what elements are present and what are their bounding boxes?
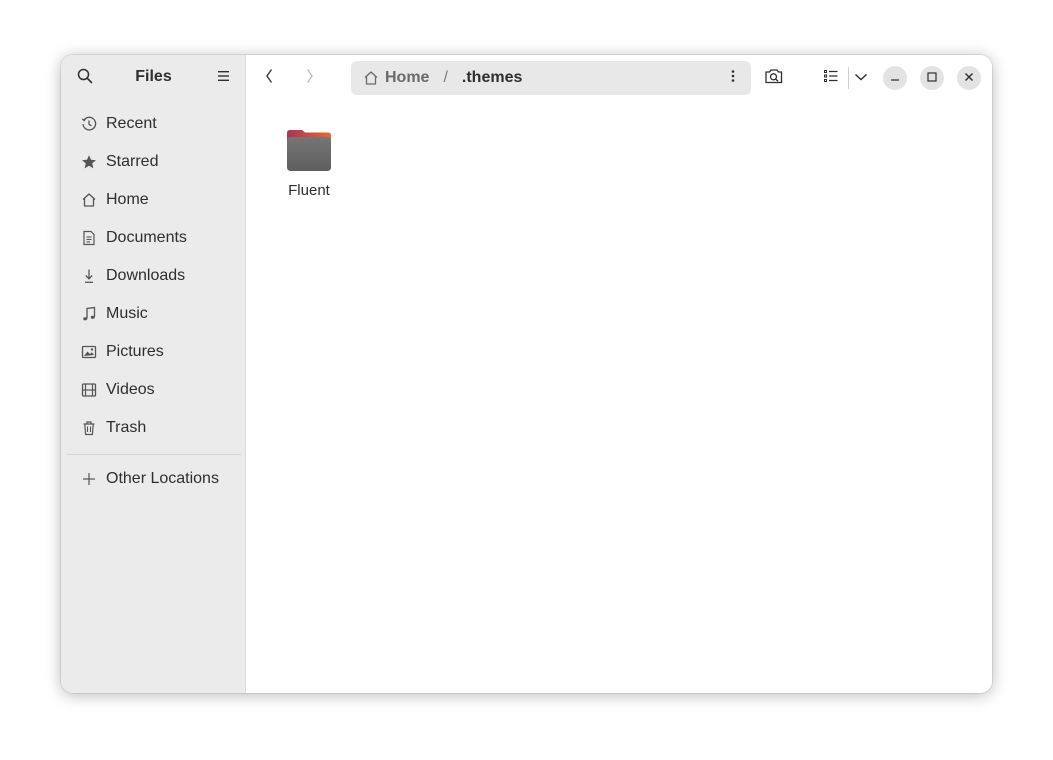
breadcrumb-current[interactable]: .themes (462, 69, 522, 87)
chevron-down-icon (854, 69, 868, 87)
sidebar-item-label: Documents (106, 229, 187, 246)
folder-icon (285, 129, 333, 178)
download-icon (81, 268, 97, 284)
list-view-icon (824, 69, 838, 87)
breadcrumb-home-label: Home (385, 69, 430, 86)
location-bar[interactable]: Home / .themes (351, 61, 751, 95)
sidebar-item-label: Other Locations (106, 470, 219, 487)
breadcrumb-home[interactable]: Home (363, 69, 429, 87)
clock-icon (81, 116, 97, 132)
music-icon (81, 306, 97, 322)
sidebar-item-label: Videos (106, 381, 155, 398)
sidebar-item-home[interactable]: Home (67, 181, 241, 219)
hamburger-icon (217, 69, 231, 87)
sidebar-item-videos[interactable]: Videos (67, 371, 241, 409)
folder-item[interactable]: Fluent (285, 129, 333, 199)
forward-button[interactable] (298, 66, 322, 90)
close-button[interactable] (957, 66, 981, 90)
sidebar-item-label: Recent (106, 115, 157, 132)
home-icon (363, 70, 379, 86)
sidebar-item-label: Starred (106, 153, 159, 170)
minimize-button[interactable] (883, 66, 907, 90)
search-images-button[interactable] (761, 66, 787, 90)
trash-icon (81, 420, 97, 436)
main-menu-button[interactable] (212, 66, 236, 90)
sidebar-separator (67, 454, 241, 455)
back-button[interactable] (257, 66, 281, 90)
main-content: Home / .themes Fluent (247, 55, 992, 693)
sidebar-item-trash[interactable]: Trash (67, 409, 241, 447)
picture-icon (81, 344, 97, 360)
sidebar-header: Files (61, 55, 246, 101)
sidebar-item-label: Trash (106, 419, 147, 436)
plus-icon (81, 471, 97, 487)
film-icon (81, 382, 97, 398)
sidebar-item-other-locations[interactable]: Other Locations (67, 460, 241, 498)
sidebar-item-starred[interactable]: Starred (67, 143, 241, 181)
document-icon (81, 230, 97, 246)
view-options-button[interactable] (849, 66, 873, 90)
close-icon (964, 69, 974, 87)
files-window: Files Recent Starred Home Documents Down… (61, 55, 992, 693)
maximize-icon (927, 69, 937, 87)
minimize-icon (890, 69, 900, 87)
sidebar-item-label: Pictures (106, 343, 164, 360)
breadcrumb-separator: / (443, 69, 448, 86)
chevron-right-icon (305, 68, 315, 89)
home-icon (81, 192, 97, 208)
folder-label: Fluent (288, 182, 330, 199)
sidebar-item-label: Downloads (106, 267, 186, 284)
folder-menu-button[interactable] (721, 66, 745, 90)
sidebar-item-recent[interactable]: Recent (67, 105, 241, 143)
sidebar-item-label: Music (106, 305, 148, 322)
star-icon (81, 154, 97, 170)
camera-search-icon (764, 67, 784, 90)
sidebar: Files Recent Starred Home Documents Down… (61, 55, 246, 693)
sidebar-item-label: Home (106, 191, 149, 208)
chevron-left-icon (264, 68, 274, 89)
sidebar-item-documents[interactable]: Documents (67, 219, 241, 257)
view-list-button[interactable] (819, 66, 843, 90)
maximize-button[interactable] (920, 66, 944, 90)
places-list: Recent Starred Home Documents Downloads … (67, 105, 241, 498)
sidebar-item-downloads[interactable]: Downloads (67, 257, 241, 295)
sidebar-item-pictures[interactable]: Pictures (67, 333, 241, 371)
sidebar-item-music[interactable]: Music (67, 295, 241, 333)
vertical-dots-icon (731, 69, 735, 88)
